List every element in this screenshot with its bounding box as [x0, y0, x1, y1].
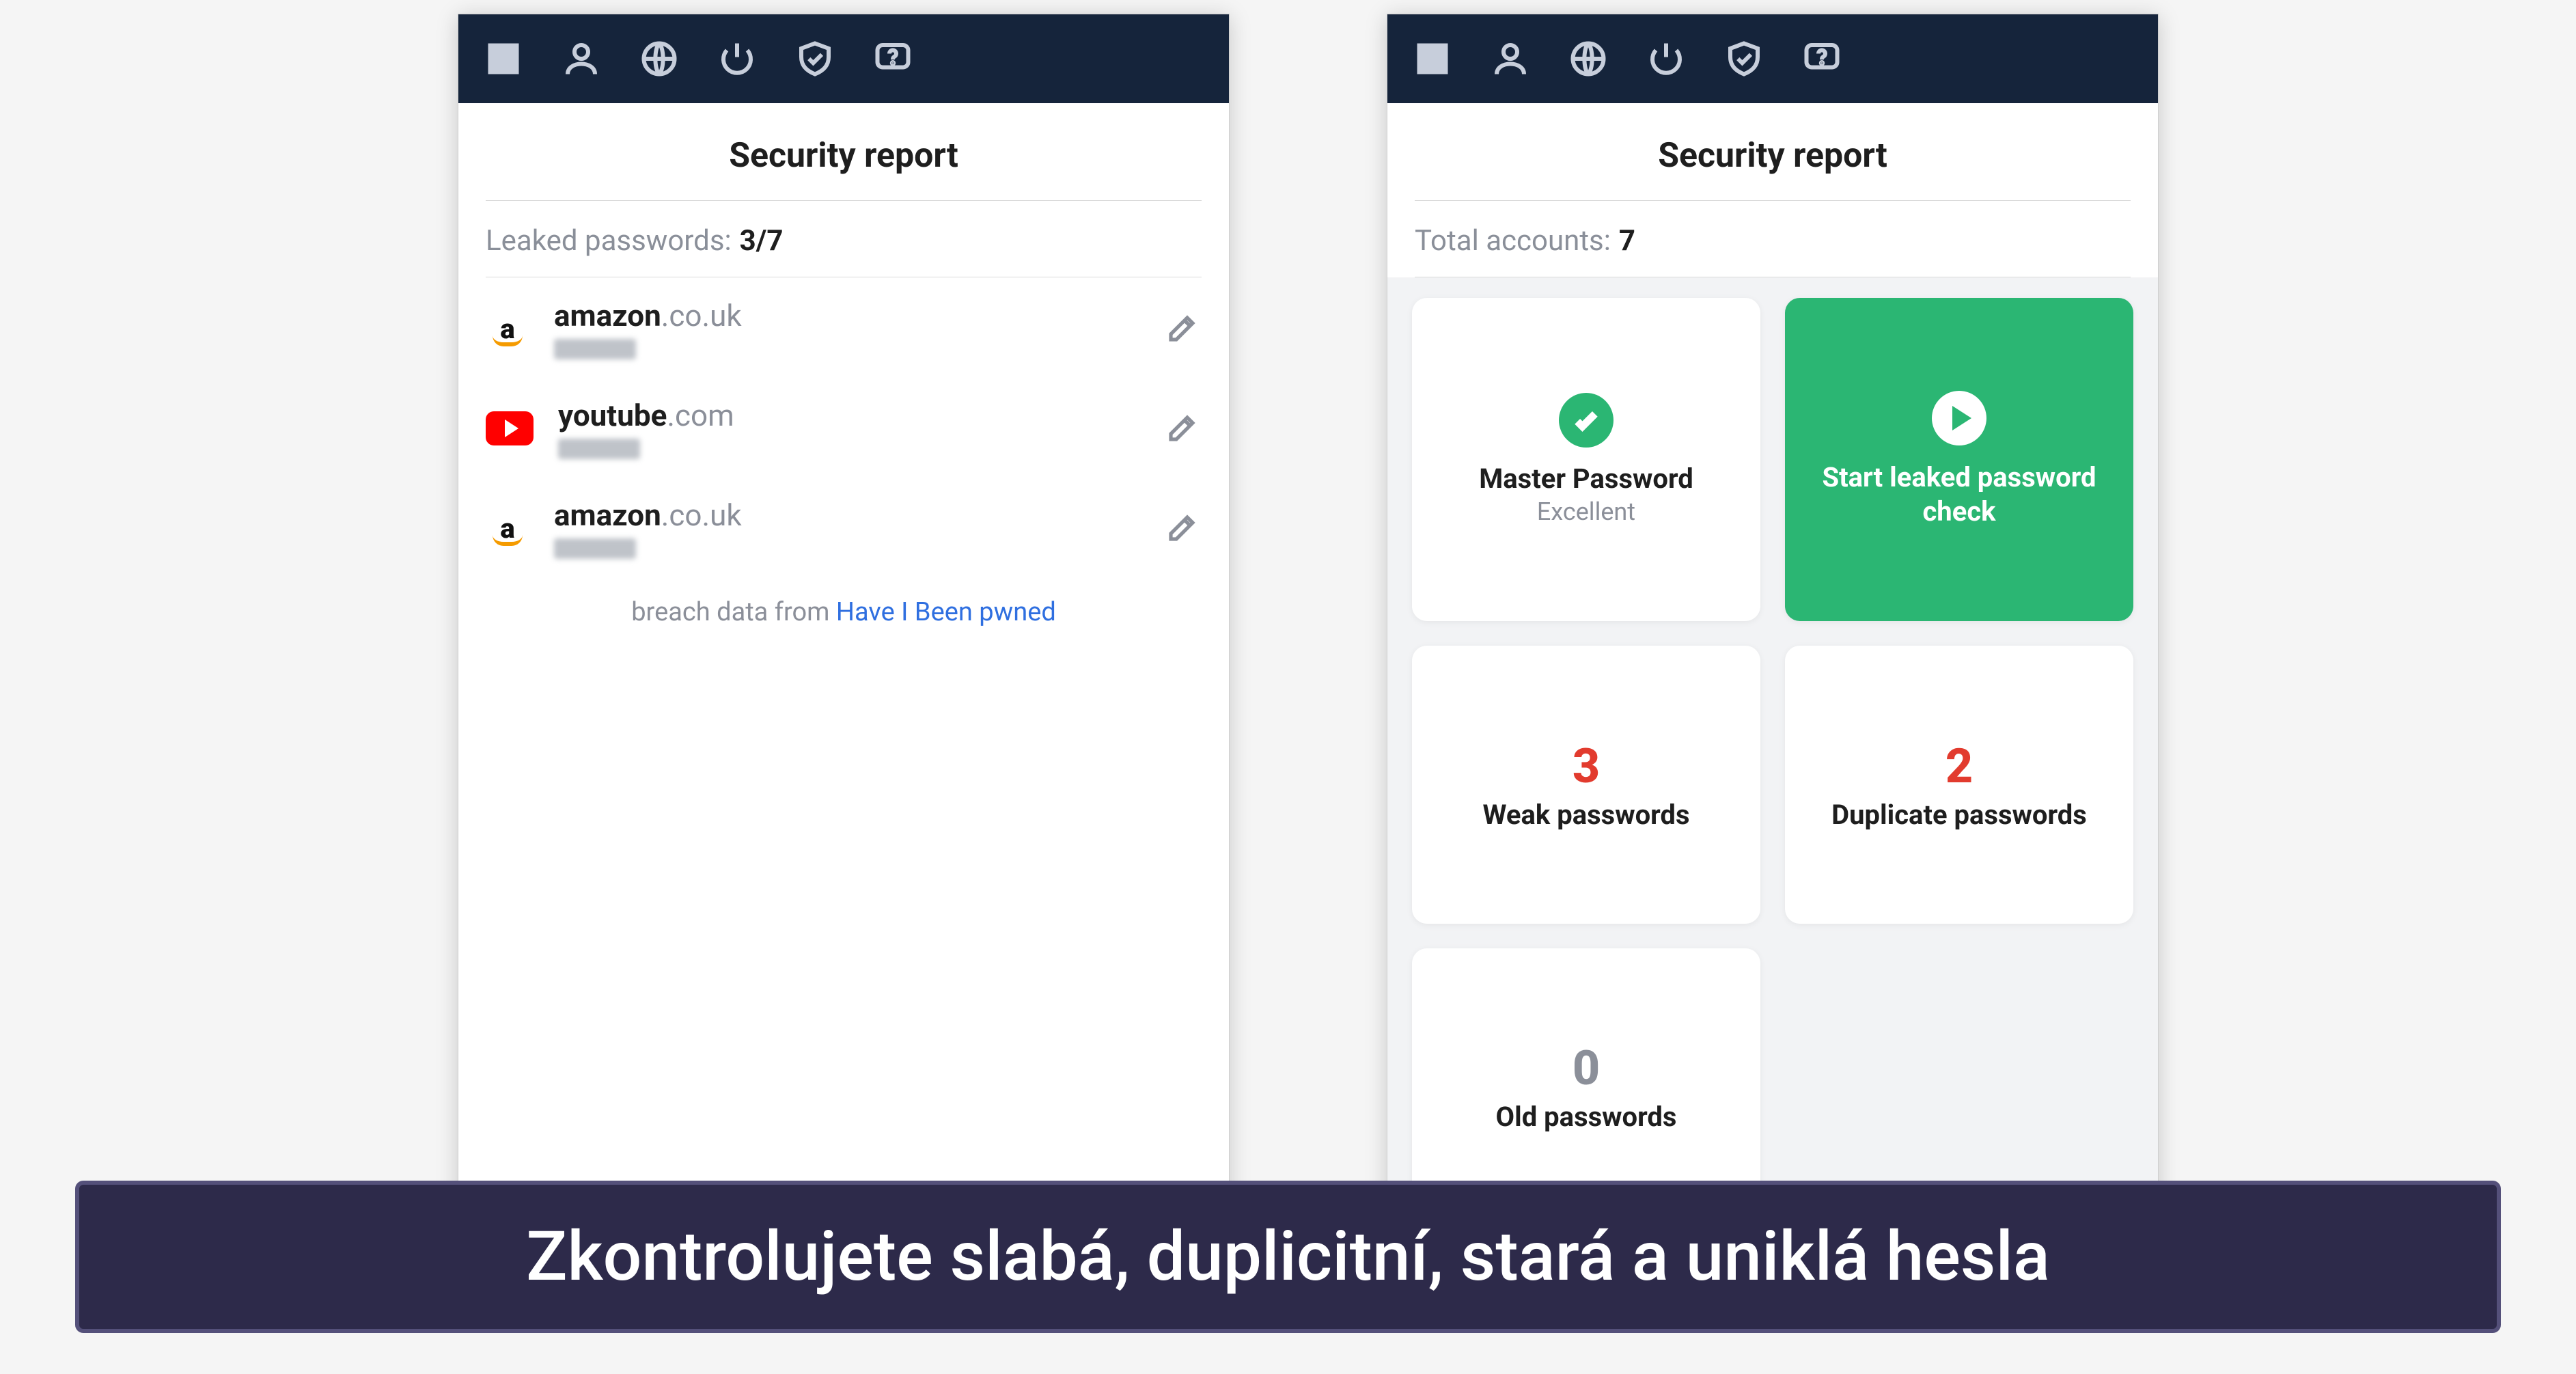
- phone-left: Security report Leaked passwords: 3/7 a …: [458, 14, 1230, 1244]
- duplicate-passwords-card[interactable]: 2 Duplicate passwords: [1785, 646, 2133, 923]
- blurred-username: [554, 339, 636, 359]
- power-icon[interactable]: [1640, 33, 1692, 85]
- domain-tld: .co.uk: [661, 298, 742, 333]
- leak-list: a amazon.co.uk youtube.com: [486, 277, 1202, 577]
- globe-icon[interactable]: [1562, 33, 1614, 85]
- topbar: [1387, 14, 2158, 103]
- help-icon[interactable]: [1796, 33, 1848, 85]
- youtube-icon: [486, 411, 534, 445]
- master-title: Master Password: [1479, 463, 1693, 495]
- topbar: [458, 14, 1229, 103]
- page-title: Security report: [486, 103, 1202, 201]
- edit-icon[interactable]: [1162, 309, 1202, 348]
- weak-passwords-card[interactable]: 3 Weak passwords: [1412, 646, 1760, 923]
- hibp-link[interactable]: Have I Been pwned: [836, 597, 1056, 627]
- shield-icon[interactable]: [1718, 33, 1770, 85]
- check-icon: [1559, 393, 1614, 448]
- weak-label: Weak passwords: [1482, 799, 1689, 831]
- shield-icon[interactable]: [789, 33, 841, 85]
- profile-icon[interactable]: [555, 33, 607, 85]
- domain-name: amazon: [554, 298, 661, 333]
- help-icon[interactable]: [867, 33, 919, 85]
- domain-name: amazon: [554, 497, 661, 533]
- domain-name: youtube: [558, 398, 667, 433]
- total-label: Total accounts:: [1415, 224, 1611, 258]
- domain-tld: .co.uk: [661, 497, 742, 533]
- cards-grid: Master Password Excellent Start leaked p…: [1387, 277, 2158, 1246]
- profile-icon[interactable]: [1484, 33, 1536, 85]
- master-password-card[interactable]: Master Password Excellent: [1412, 298, 1760, 621]
- leak-item[interactable]: youtube.com: [486, 377, 1202, 477]
- weak-count: 3: [1573, 739, 1600, 795]
- domain-tld: .com: [667, 398, 734, 433]
- globe-icon[interactable]: [633, 33, 685, 85]
- leak-item[interactable]: a amazon.co.uk: [486, 477, 1202, 577]
- leaked-label: Leaked passwords:: [486, 224, 732, 258]
- total-value: 7: [1619, 224, 1635, 258]
- edit-icon[interactable]: [1162, 508, 1202, 548]
- credit-text: breach data from: [631, 597, 836, 627]
- power-icon[interactable]: [711, 33, 763, 85]
- old-count: 0: [1573, 1041, 1600, 1097]
- master-sub: Excellent: [1537, 497, 1635, 526]
- play-icon: [1932, 391, 1986, 445]
- amazon-icon: a: [486, 307, 529, 351]
- caption-bar: Zkontrolujete slabá, duplicitní, stará a…: [75, 1181, 2501, 1333]
- edit-icon[interactable]: [1162, 409, 1202, 448]
- dup-label: Duplicate passwords: [1831, 799, 2087, 831]
- leaked-value: 3/7: [740, 224, 784, 258]
- total-accounts-row: Total accounts: 7: [1415, 201, 2131, 277]
- leak-text: youtube.com: [558, 398, 1137, 459]
- dup-count: 2: [1945, 739, 1973, 795]
- amazon-icon: a: [486, 506, 529, 550]
- breach-credit: breach data from Have I Been pwned: [458, 577, 1229, 627]
- leaked-count-row: Leaked passwords: 3/7: [486, 201, 1202, 277]
- start-label: Start leaked password check: [1801, 461, 2117, 529]
- leak-text: amazon.co.uk: [554, 497, 1137, 559]
- start-leaked-check-card[interactable]: Start leaked password check: [1785, 298, 2133, 621]
- blurred-username: [558, 439, 640, 459]
- leak-text: amazon.co.uk: [554, 298, 1137, 359]
- menu-icon[interactable]: [1407, 33, 1458, 85]
- old-label: Old passwords: [1496, 1101, 1677, 1133]
- phone-right: Security report Total accounts: 7 Master…: [1387, 14, 2159, 1244]
- leak-item[interactable]: a amazon.co.uk: [486, 277, 1202, 377]
- menu-icon[interactable]: [477, 33, 529, 85]
- page-title: Security report: [1415, 103, 2131, 201]
- blurred-username: [554, 538, 636, 559]
